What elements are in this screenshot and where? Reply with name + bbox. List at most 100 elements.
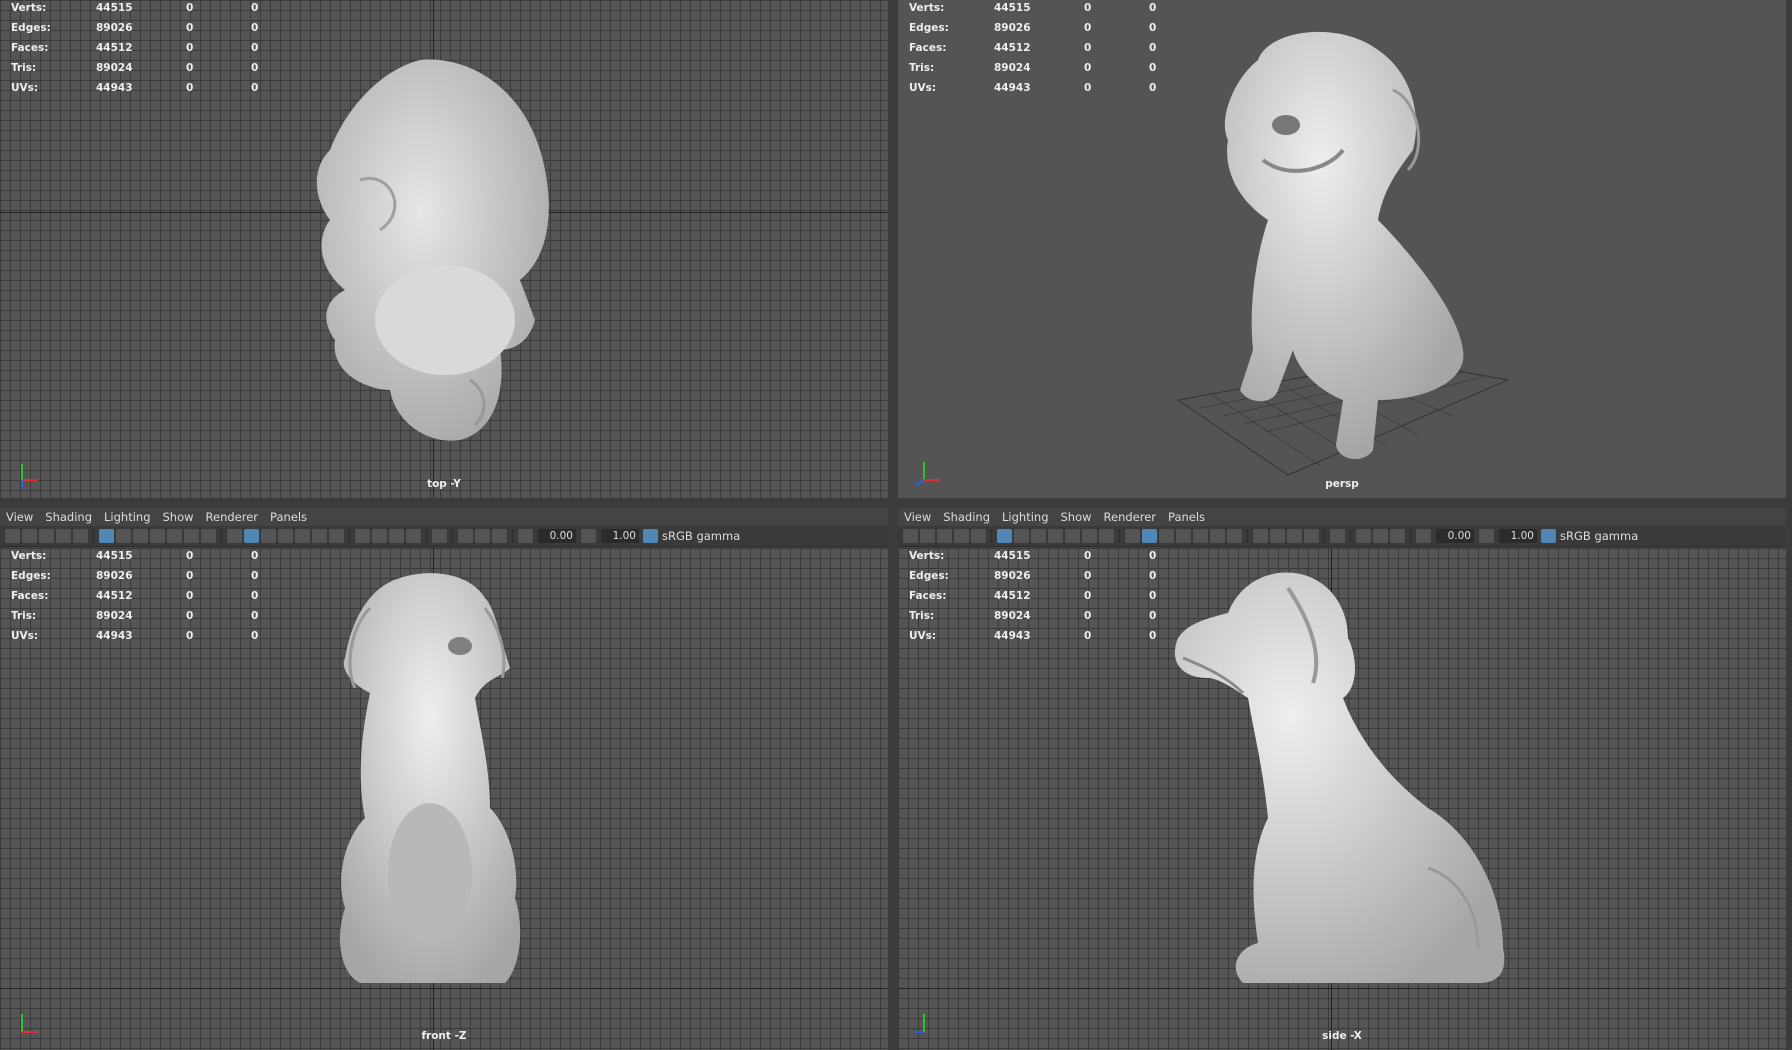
smooth-shade-icon[interactable] bbox=[244, 529, 259, 543]
menu-panels[interactable]: Panels bbox=[270, 510, 307, 524]
viewport-canvas[interactable]: Verts: 44515 0 0 Edges: 89026 0 0 Faces: 44512 0… bbox=[898, 548, 1786, 1050]
resolution-gate-icon[interactable] bbox=[133, 529, 148, 543]
grid-toggle-icon[interactable] bbox=[997, 529, 1012, 543]
menu-show[interactable]: Show bbox=[163, 510, 194, 524]
toolbar-separator bbox=[1247, 529, 1248, 543]
viewport-top[interactable]: Verts: 44515 0 0 Edges: 89026 0 0 Faces: 44512 0… bbox=[0, 0, 888, 498]
camera-attributes-icon[interactable] bbox=[920, 529, 935, 543]
wireframe-on-shaded-icon[interactable] bbox=[278, 529, 293, 543]
viewport-side[interactable]: View Shading Lighting Show Renderer Pane… bbox=[898, 508, 1786, 1050]
field-chart-icon[interactable] bbox=[1065, 529, 1080, 543]
film-gate-icon[interactable] bbox=[1014, 529, 1029, 543]
xray-joints-icon[interactable] bbox=[492, 529, 507, 543]
film-gate-icon[interactable] bbox=[116, 529, 131, 543]
grid-toggle-icon[interactable] bbox=[99, 529, 114, 543]
toolbar-separator bbox=[1410, 529, 1411, 543]
safe-action-icon[interactable] bbox=[1082, 529, 1097, 543]
lights-icon[interactable] bbox=[1210, 529, 1225, 543]
motion-blur-icon[interactable] bbox=[372, 529, 387, 543]
exposure-field[interactable]: 0.00 bbox=[1436, 529, 1474, 543]
pencil-icon[interactable] bbox=[971, 529, 986, 543]
exposure-field[interactable]: 0.00 bbox=[538, 529, 576, 543]
wireframe-icon[interactable] bbox=[1125, 529, 1140, 543]
toolbar-separator bbox=[991, 529, 992, 543]
xray-active-icon[interactable] bbox=[475, 529, 490, 543]
toolbar-separator bbox=[349, 529, 350, 543]
exposure-icon[interactable] bbox=[1416, 529, 1431, 543]
menu-lighting[interactable]: Lighting bbox=[104, 510, 150, 524]
camera-icon[interactable] bbox=[5, 529, 20, 543]
bookmark-icon[interactable] bbox=[937, 529, 952, 543]
menu-view[interactable]: View bbox=[904, 510, 931, 524]
menu-shading[interactable]: Shading bbox=[943, 510, 990, 524]
dog-model-top[interactable] bbox=[300, 50, 560, 450]
menu-renderer[interactable]: Renderer bbox=[1104, 510, 1157, 524]
depth-of-field-icon[interactable] bbox=[406, 529, 421, 543]
gamma-icon[interactable] bbox=[1479, 529, 1494, 543]
field-chart-icon[interactable] bbox=[167, 529, 182, 543]
smooth-shade-icon[interactable] bbox=[1142, 529, 1157, 543]
color-management-icon[interactable] bbox=[1541, 529, 1556, 543]
panel-toolbar: 0.00 1.00 sRGB gamma bbox=[0, 526, 888, 547]
dog-model-side[interactable] bbox=[1158, 568, 1538, 998]
menu-show[interactable]: Show bbox=[1061, 510, 1092, 524]
xray-joints-icon[interactable] bbox=[1390, 529, 1405, 543]
gamma-icon[interactable] bbox=[581, 529, 596, 543]
viewport-persp[interactable]: Verts: 44515 0 0 Edges: 89026 0 0 Faces: 44512 0… bbox=[898, 0, 1786, 498]
viewport-canvas[interactable] bbox=[0, 0, 888, 498]
toolbar-separator bbox=[452, 529, 453, 543]
anti-aliasing-icon[interactable] bbox=[1287, 529, 1302, 543]
camera-icon[interactable] bbox=[903, 529, 918, 543]
image-plane-icon[interactable] bbox=[56, 529, 71, 543]
gamma-field[interactable]: 1.00 bbox=[1499, 529, 1537, 543]
viewport-front[interactable]: View Shading Lighting Show Renderer Pane… bbox=[0, 508, 888, 1050]
use-default-material-icon[interactable] bbox=[261, 529, 276, 543]
pencil-icon[interactable] bbox=[73, 529, 88, 543]
safe-action-icon[interactable] bbox=[184, 529, 199, 543]
xray-icon[interactable] bbox=[1356, 529, 1371, 543]
textured-icon[interactable] bbox=[295, 529, 310, 543]
camera-caption: persp bbox=[1325, 478, 1359, 490]
camera-attributes-icon[interactable] bbox=[22, 529, 37, 543]
wireframe-icon[interactable] bbox=[227, 529, 242, 543]
gate-mask-icon[interactable] bbox=[150, 529, 165, 543]
shadows-icon[interactable] bbox=[329, 529, 344, 543]
motion-blur-icon[interactable] bbox=[1270, 529, 1285, 543]
textured-icon[interactable] bbox=[1193, 529, 1208, 543]
depth-of-field-icon[interactable] bbox=[1304, 529, 1319, 543]
use-default-material-icon[interactable] bbox=[1159, 529, 1174, 543]
viewport-canvas[interactable] bbox=[898, 0, 1786, 498]
dog-model-persp[interactable] bbox=[1178, 20, 1518, 480]
resolution-gate-icon[interactable] bbox=[1031, 529, 1046, 543]
camera-caption: top -Y bbox=[427, 478, 461, 490]
isolate-select-icon[interactable] bbox=[1330, 529, 1345, 543]
xray-icon[interactable] bbox=[458, 529, 473, 543]
toolbar-separator bbox=[1119, 529, 1120, 543]
safe-title-icon[interactable] bbox=[1099, 529, 1114, 543]
screen-space-ao-icon[interactable] bbox=[1253, 529, 1268, 543]
menu-panels[interactable]: Panels bbox=[1168, 510, 1205, 524]
lights-icon[interactable] bbox=[312, 529, 327, 543]
anti-aliasing-icon[interactable] bbox=[389, 529, 404, 543]
gate-mask-icon[interactable] bbox=[1048, 529, 1063, 543]
gamma-field[interactable]: 1.00 bbox=[601, 529, 639, 543]
isolate-select-icon[interactable] bbox=[432, 529, 447, 543]
color-management-icon[interactable] bbox=[643, 529, 658, 543]
safe-title-icon[interactable] bbox=[201, 529, 216, 543]
menu-view[interactable]: View bbox=[6, 510, 33, 524]
shadows-icon[interactable] bbox=[1227, 529, 1242, 543]
bookmark-icon[interactable] bbox=[39, 529, 54, 543]
toolbar-separator bbox=[512, 529, 513, 543]
xray-active-icon[interactable] bbox=[1373, 529, 1388, 543]
view-transform-label[interactable]: sRGB gamma bbox=[1560, 529, 1638, 543]
wireframe-on-shaded-icon[interactable] bbox=[1176, 529, 1191, 543]
exposure-icon[interactable] bbox=[518, 529, 533, 543]
menu-shading[interactable]: Shading bbox=[45, 510, 92, 524]
view-transform-label[interactable]: sRGB gamma bbox=[662, 529, 740, 543]
menu-lighting[interactable]: Lighting bbox=[1002, 510, 1048, 524]
screen-space-ao-icon[interactable] bbox=[355, 529, 370, 543]
menu-renderer[interactable]: Renderer bbox=[206, 510, 259, 524]
viewport-canvas[interactable]: Verts: 44515 0 0 Edges: 89026 0 0 Faces: 44512 0… bbox=[0, 548, 888, 1050]
image-plane-icon[interactable] bbox=[954, 529, 969, 543]
dog-model-front[interactable] bbox=[310, 568, 560, 998]
